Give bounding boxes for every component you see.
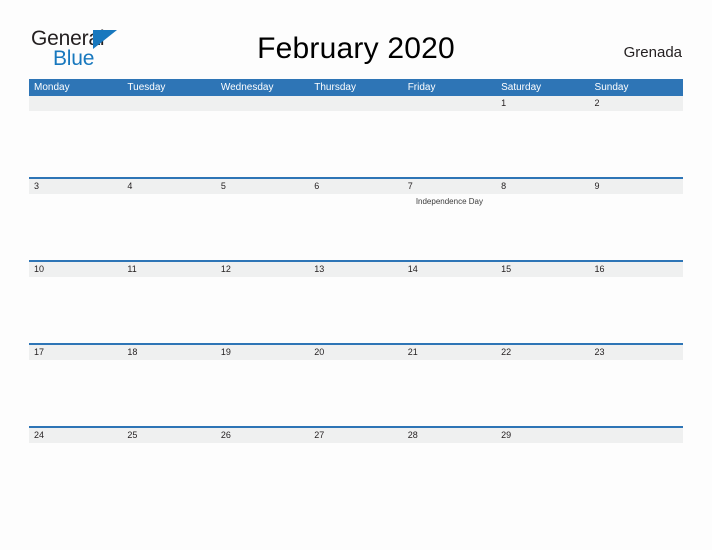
day-number[interactable]: [29, 96, 122, 111]
day-number[interactable]: 2: [590, 96, 683, 111]
day-number[interactable]: 1: [496, 96, 589, 111]
day-number[interactable]: 19: [216, 345, 309, 360]
week-date-band: 1 2: [29, 96, 683, 111]
week-row: 1 2: [29, 96, 683, 177]
day-number[interactable]: [590, 428, 683, 443]
day-event: [590, 277, 683, 343]
day-number[interactable]: 18: [122, 345, 215, 360]
week-row: 3 4 5 6 7 8 9 Independence Day: [29, 177, 683, 260]
day-event: [590, 111, 683, 177]
day-event: [496, 111, 589, 177]
region-label: Grenada: [623, 44, 682, 61]
day-event: [29, 360, 122, 426]
day-number[interactable]: 8: [496, 179, 589, 194]
day-number[interactable]: 14: [403, 262, 496, 277]
day-event: [29, 443, 122, 509]
day-number[interactable]: 5: [216, 179, 309, 194]
day-event: [590, 360, 683, 426]
day-event: [29, 277, 122, 343]
day-number[interactable]: 15: [496, 262, 589, 277]
day-number[interactable]: [403, 96, 496, 111]
day-number[interactable]: 16: [590, 262, 683, 277]
week-date-band: 3 4 5 6 7 8 9: [29, 179, 683, 194]
week-event-band: [29, 360, 683, 426]
day-number[interactable]: 3: [29, 179, 122, 194]
week-event-band: [29, 443, 683, 509]
page-title: February 2020: [257, 32, 455, 65]
day-number[interactable]: [122, 96, 215, 111]
weekday-header-monday: Monday: [34, 82, 70, 93]
day-number[interactable]: 26: [216, 428, 309, 443]
day-number[interactable]: 11: [122, 262, 215, 277]
weekday-header-thursday: Thursday: [314, 82, 356, 93]
day-event: [590, 443, 683, 509]
day-number[interactable]: 29: [496, 428, 589, 443]
day-number[interactable]: 27: [309, 428, 402, 443]
day-event: [496, 443, 589, 509]
weekday-header-saturday: Saturday: [501, 82, 542, 93]
day-event: [216, 277, 309, 343]
day-number[interactable]: 10: [29, 262, 122, 277]
day-number[interactable]: 7: [403, 179, 496, 194]
day-event: [309, 443, 402, 509]
week-row: 24 25 26 27 28 29: [29, 426, 683, 509]
day-event: [496, 277, 589, 343]
day-number[interactable]: 22: [496, 345, 589, 360]
week-date-band: 24 25 26 27 28 29: [29, 428, 683, 443]
day-event: [216, 194, 309, 260]
day-event: [590, 194, 683, 260]
day-number[interactable]: 23: [590, 345, 683, 360]
week-row: 10 11 12 13 14 15 16: [29, 260, 683, 343]
day-number[interactable]: 20: [309, 345, 402, 360]
day-event: [403, 111, 496, 177]
day-event: [122, 360, 215, 426]
day-number[interactable]: 28: [403, 428, 496, 443]
day-number[interactable]: 4: [122, 179, 215, 194]
weekday-header-row: Monday Tuesday Wednesday Thursday Friday…: [29, 79, 683, 96]
day-event: [403, 277, 496, 343]
day-number[interactable]: 13: [309, 262, 402, 277]
week-row: 17 18 19 20 21 22 23: [29, 343, 683, 426]
week-date-band: 10 11 12 13 14 15 16: [29, 262, 683, 277]
day-event: [309, 360, 402, 426]
day-event: [122, 277, 215, 343]
day-event: [216, 360, 309, 426]
week-event-band: [29, 277, 683, 343]
day-event: [309, 111, 402, 177]
day-event: [216, 443, 309, 509]
day-event: [309, 194, 402, 260]
page-header: General Blue February 2020 Grenada: [0, 0, 712, 78]
day-number[interactable]: [309, 96, 402, 111]
weekday-header-sunday: Sunday: [594, 82, 629, 93]
weekday-header-wednesday: Wednesday: [220, 82, 274, 93]
day-event-independence-day: Independence Day: [415, 197, 483, 206]
week-date-band: 17 18 19 20 21 22 23: [29, 345, 683, 360]
weekday-header-tuesday: Tuesday: [127, 82, 166, 93]
day-event: [29, 111, 122, 177]
weekday-header-friday: Friday: [407, 82, 436, 93]
week-event-band: [29, 111, 683, 177]
day-event: [216, 111, 309, 177]
day-number[interactable]: 21: [403, 345, 496, 360]
day-event: [309, 277, 402, 343]
day-number[interactable]: [216, 96, 309, 111]
day-number[interactable]: 9: [590, 179, 683, 194]
day-event: [496, 194, 589, 260]
week-event-band: Independence Day: [29, 194, 683, 260]
day-number[interactable]: 12: [216, 262, 309, 277]
day-event: [403, 360, 496, 426]
calendar-grid: Monday Tuesday Wednesday Thursday Friday…: [29, 79, 683, 509]
calendar-page: General Blue February 2020 Grenada Monda…: [0, 0, 712, 550]
day-event: [403, 443, 496, 509]
day-number[interactable]: 25: [122, 428, 215, 443]
day-event: [122, 194, 215, 260]
day-number[interactable]: 6: [309, 179, 402, 194]
day-number[interactable]: 17: [29, 345, 122, 360]
day-number[interactable]: 24: [29, 428, 122, 443]
day-event: [29, 194, 122, 260]
day-event: [496, 360, 589, 426]
day-event: [122, 443, 215, 509]
day-event: [122, 111, 215, 177]
